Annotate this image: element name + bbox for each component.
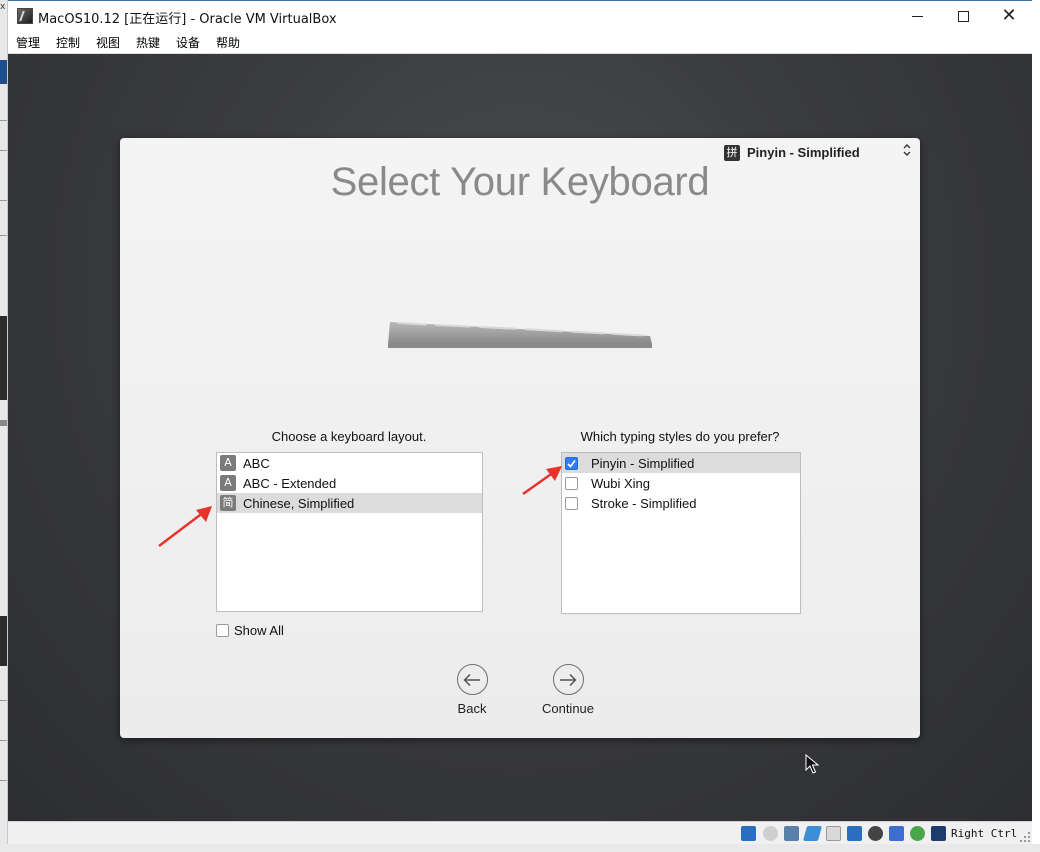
- maximize-icon: [957, 10, 969, 22]
- page-title: Select Your Keyboard: [330, 160, 710, 204]
- bg-fragment: [0, 316, 7, 400]
- bg-divider: [0, 150, 7, 151]
- virtualization-icon[interactable]: [910, 826, 925, 841]
- pinyin-input-icon: 拼: [724, 145, 740, 161]
- vm-display[interactable]: 拼 Pinyin - Simplified Select Your Keyboa…: [8, 54, 1032, 821]
- back-label: Back: [457, 701, 487, 716]
- list-item[interactable]: A ABC: [217, 453, 482, 473]
- list-item-label: Pinyin - Simplified: [591, 455, 695, 471]
- minimize-icon: [911, 15, 923, 17]
- menu-bar: 管理 控制 视图 热键 设备 帮助: [8, 31, 1032, 54]
- usb-icon[interactable]: [868, 826, 883, 841]
- show-all-checkbox[interactable]: [216, 623, 229, 637]
- continue-button[interactable]: Continue: [532, 664, 604, 716]
- style-checkbox[interactable]: [565, 476, 578, 490]
- show-all-toggle[interactable]: Show All: [216, 622, 284, 638]
- typing-styles-list[interactable]: Pinyin - Simplified Wubi Xing Stroke - S…: [561, 452, 801, 614]
- audio-icon[interactable]: [784, 826, 799, 841]
- video-capture-icon[interactable]: [889, 826, 904, 841]
- network-icon[interactable]: [802, 826, 823, 841]
- bg-divider: [0, 235, 7, 236]
- abc-layout-icon: A: [220, 475, 236, 491]
- background-window-edge: [0, 844, 1040, 852]
- keyboard-layout-list[interactable]: A ABC A ABC - Extended 简 Chinese, Simpli…: [216, 452, 483, 612]
- menu-control[interactable]: 控制: [56, 34, 80, 51]
- keyboard-illustration: [388, 322, 652, 348]
- virtualbox-app-icon: [17, 8, 33, 24]
- optical-drive-icon[interactable]: [763, 826, 778, 841]
- resize-grip-icon[interactable]: [1020, 832, 1030, 842]
- list-item-selected[interactable]: 简 Chinese, Simplified: [217, 493, 482, 513]
- bg-divider: [0, 120, 7, 121]
- window-titlebar[interactable]: MacOS10.12 [正在运行] - Oracle VM VirtualBox…: [8, 0, 1032, 31]
- bg-fragment: [0, 616, 7, 666]
- list-item-label: Chinese, Simplified: [243, 495, 355, 511]
- chinese-layout-icon: 简: [220, 495, 236, 511]
- menu-devices[interactable]: 设备: [176, 34, 200, 51]
- list-item-label: Wubi Xing: [591, 475, 651, 491]
- vm-status-bar: Right Ctrl: [8, 821, 1032, 844]
- minimize-button[interactable]: [894, 1, 940, 31]
- abc-layout-icon: A: [220, 455, 236, 471]
- mouse-integration-icon[interactable]: [931, 826, 946, 841]
- bg-divider: [0, 780, 7, 781]
- continue-label: Continue: [541, 701, 595, 716]
- style-checkbox[interactable]: [565, 496, 578, 510]
- input-source-label: Pinyin - Simplified: [747, 145, 860, 160]
- list-item-label: ABC: [243, 455, 270, 471]
- list-item-label: Stroke - Simplified: [591, 495, 697, 511]
- menu-hotkeys[interactable]: 热键: [136, 34, 160, 51]
- close-button[interactable]: ✕: [986, 1, 1032, 31]
- menu-manage[interactable]: 管理: [16, 34, 40, 51]
- list-item-label: ABC - Extended: [243, 475, 337, 491]
- hard-disk-icon[interactable]: [741, 826, 756, 841]
- back-button[interactable]: Back: [450, 664, 494, 716]
- annotation-arrow-icon: [158, 506, 212, 547]
- bg-fragment: [0, 60, 7, 84]
- maximize-button[interactable]: [940, 1, 986, 31]
- style-checkbox-checked[interactable]: [565, 456, 578, 470]
- bg-divider: [0, 200, 7, 201]
- list-item[interactable]: Stroke - Simplified: [562, 493, 800, 513]
- setup-assistant-panel: 拼 Pinyin - Simplified Select Your Keyboa…: [120, 138, 920, 738]
- typing-styles-caption: Which typing styles do you prefer?: [580, 429, 780, 444]
- up-down-chevron-icon: [902, 142, 912, 160]
- menu-view[interactable]: 视图: [96, 34, 120, 51]
- window-title: MacOS10.12 [正在运行] - Oracle VM VirtualBox: [38, 12, 337, 27]
- bg-fragment: [0, 420, 7, 426]
- display-icon[interactable]: [847, 826, 862, 841]
- bg-divider: [0, 700, 7, 701]
- shared-folders-icon[interactable]: [826, 826, 841, 841]
- show-all-label: Show All: [234, 622, 284, 638]
- forward-arrow-icon: [552, 664, 584, 695]
- list-item[interactable]: A ABC - Extended: [217, 473, 482, 493]
- mouse-cursor-icon: [805, 754, 819, 774]
- back-arrow-icon: [456, 664, 488, 695]
- close-icon: ✕: [1001, 5, 1017, 26]
- host-key-label: Right Ctrl: [951, 827, 1018, 840]
- list-item[interactable]: Wubi Xing: [562, 473, 800, 493]
- menu-help[interactable]: 帮助: [216, 34, 240, 51]
- bg-divider: [0, 740, 7, 741]
- layout-list-caption: Choose a keyboard layout.: [271, 429, 427, 444]
- annotation-arrow-icon: [522, 466, 562, 496]
- list-item-selected[interactable]: Pinyin - Simplified: [562, 453, 800, 473]
- background-window-edge: ⅹ: [0, 0, 8, 852]
- bg-fragment: ⅹ: [0, 2, 6, 12]
